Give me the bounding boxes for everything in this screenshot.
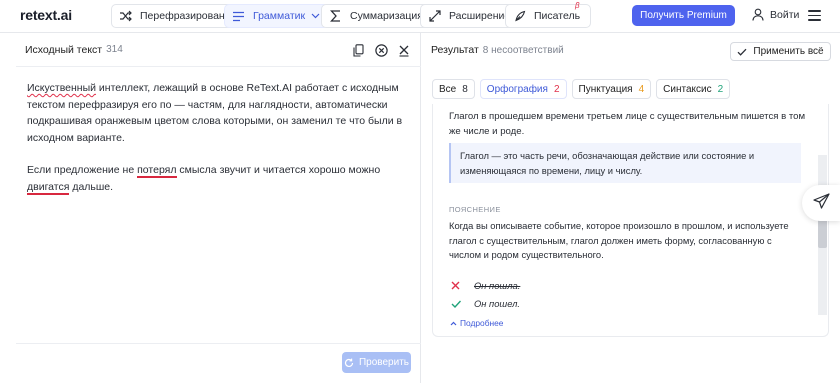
paper-plane-icon	[812, 192, 830, 214]
chevron-down-icon	[311, 13, 320, 19]
check-button[interactable]: Проверить	[342, 352, 411, 373]
check-icon	[451, 300, 462, 308]
suggestion-card: Глагол в прошедшем времени третьем лице …	[432, 104, 829, 337]
wrong-example-text: Он пошла.	[474, 280, 521, 291]
paragraph-2-part3: дальше.	[69, 180, 114, 193]
rule-message: Глагол в прошедшем времени третьем лице …	[449, 111, 806, 137]
explanation-text: Когда вы описываете событие, которое про…	[449, 220, 789, 260]
menu-icon[interactable]	[808, 10, 821, 21]
cross-icon	[451, 281, 462, 290]
explanation-label: ПОЯСНЕНИЕ	[449, 205, 501, 214]
grammar-error[interactable]: потерял	[137, 164, 177, 178]
result-subtitle: 8 несоответствий	[482, 44, 564, 56]
right-example-text: Он пошел.	[474, 298, 521, 309]
source-tools	[351, 43, 411, 57]
copy-icon[interactable]	[351, 43, 365, 57]
nav-summarize[interactable]: Суммаризация	[321, 4, 432, 28]
beta-badge: β	[575, 1, 580, 10]
login-button[interactable]: Войти	[752, 8, 799, 21]
sigma-icon	[328, 9, 343, 24]
nav-paraphrase-label: Перефразирование	[140, 10, 237, 22]
wrong-example: Он пошла.	[451, 280, 520, 291]
tab-spelling-count: 2	[553, 83, 560, 95]
nav-summarize-label: Суммаризация	[350, 10, 423, 22]
spelling-error-2[interactable]: двигатся	[27, 180, 70, 195]
tab-all-label: Все	[439, 83, 457, 95]
nav-expand-label: Расширение	[449, 10, 511, 22]
premium-label: Получить Premium	[640, 10, 727, 21]
result-panel: Результат 8 несоответствий Применить всё…	[422, 33, 840, 383]
apply-all-label: Применить всё	[753, 46, 824, 57]
app-root: retext.ai Перефразирование Грамматик Сум…	[0, 0, 840, 383]
tab-all[interactable]: Все 8	[432, 79, 475, 99]
tab-spelling[interactable]: Орфография 2	[479, 79, 567, 99]
user-icon	[752, 8, 764, 21]
nav-grammar[interactable]: Грамматик	[224, 4, 330, 28]
tab-punctuation-count: 4	[638, 83, 645, 95]
char-count: 314	[106, 44, 123, 55]
chevron-up-icon	[450, 321, 457, 326]
shuffle-icon	[118, 9, 133, 24]
workspace: Исходный текст 314 Искуственный интеллек…	[0, 33, 840, 383]
nav-grammar-label: Грамматик	[253, 10, 306, 22]
check-label: Проверить	[358, 357, 409, 368]
checkbox-check-icon	[737, 47, 747, 57]
tab-syntax-count: 2	[717, 83, 724, 95]
get-premium-button[interactable]: Получить Premium	[632, 5, 735, 26]
spelling-error[interactable]: Искуственный	[27, 82, 96, 94]
apply-all-button[interactable]: Применить всё	[730, 42, 831, 61]
source-paragraph-2: Если предложение не потерял смысла звучи…	[27, 162, 415, 195]
source-title: Исходный текст	[25, 43, 103, 56]
logo-text: retext.ai	[20, 7, 72, 23]
tab-syntax-label: Синтаксис	[663, 83, 712, 95]
top-navigation: retext.ai Перефразирование Грамматик Сум…	[0, 0, 840, 33]
source-paragraph-1: Искуственный интеллект, лежащий в основе…	[27, 80, 415, 146]
source-header: Исходный текст 314	[16, 33, 421, 67]
refresh-icon	[344, 358, 354, 368]
expand-arrows-icon	[427, 9, 442, 24]
tab-all-count: 8	[462, 83, 468, 95]
text-lines-icon	[231, 9, 246, 24]
nav-writer-label: Писатель	[534, 10, 581, 22]
close-icon[interactable]	[397, 43, 411, 57]
tab-spelling-label: Орфография	[486, 83, 548, 95]
result-tabs: Все 8 Орфография 2 Пунктуация 4 Синтаксис 2	[432, 79, 731, 99]
tab-syntax[interactable]: Синтаксис 2	[656, 79, 731, 99]
feedback-send-button[interactable]	[802, 185, 840, 221]
clear-circle-icon[interactable]	[374, 43, 388, 57]
paragraph-2-part2: смысла звучит и читается хорошо можно	[176, 164, 381, 176]
more-label: Подробнее	[460, 318, 504, 328]
paragraph-2-part1: Если предложение не	[27, 164, 138, 176]
result-header: Результат 8 несоответствий Применить всё	[422, 33, 840, 67]
source-panel: Исходный текст 314 Искуственный интеллек…	[16, 33, 421, 383]
quill-icon	[512, 9, 527, 24]
result-title: Результат	[431, 44, 479, 56]
logo[interactable]: retext.ai	[20, 7, 72, 23]
tab-punctuation-label: Пунктуация	[578, 83, 633, 95]
source-text-editor[interactable]: Искуственный интеллект, лежащий в основе…	[27, 80, 415, 211]
definition-box: Глагол — это часть речи, обозначающая де…	[449, 143, 801, 183]
right-example: Он пошел.	[451, 298, 520, 309]
source-footer: Проверить	[16, 343, 421, 383]
tab-punctuation[interactable]: Пунктуация 4	[571, 79, 652, 99]
more-link[interactable]: Подробнее	[450, 318, 503, 328]
login-label: Войти	[770, 8, 800, 21]
